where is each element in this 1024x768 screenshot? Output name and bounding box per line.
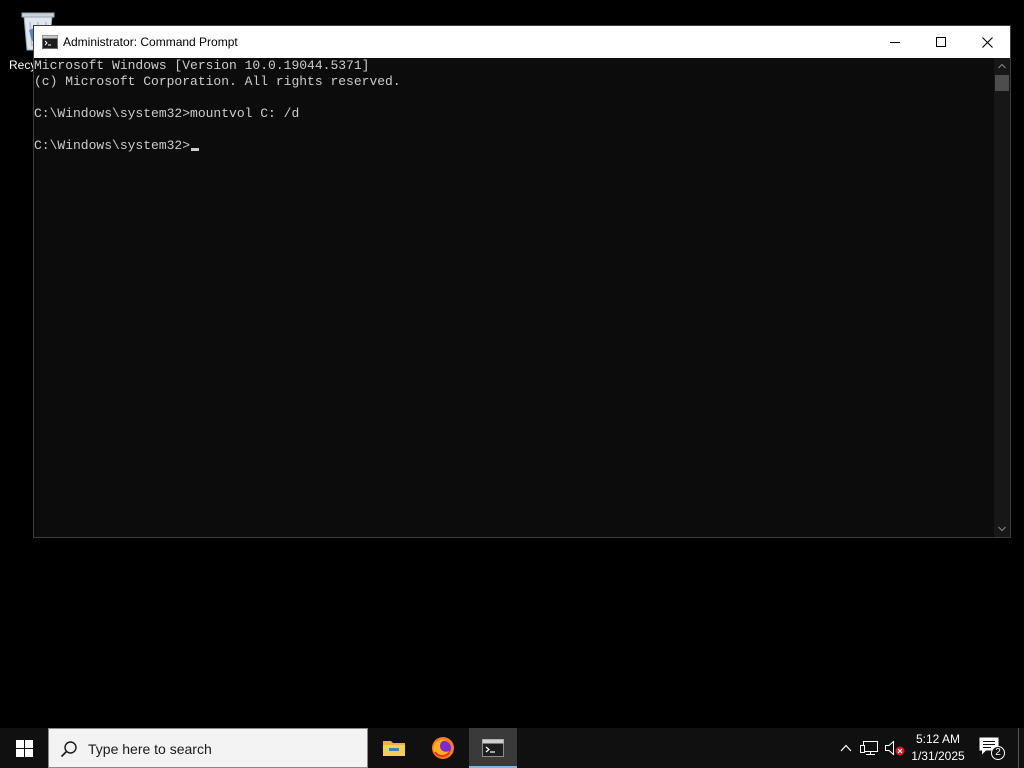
console-line: (c) Microsoft Corporation. All rights re… [34, 74, 401, 89]
action-center-button[interactable]: 2 [978, 736, 1006, 760]
firefox-icon [432, 737, 454, 759]
taskbar-firefox[interactable] [419, 728, 467, 768]
console-prompt: C:\Windows\system32> [34, 138, 191, 153]
vertical-scrollbar[interactable] [994, 58, 1010, 537]
window-titlebar[interactable]: Administrator: Command Prompt [34, 26, 1010, 58]
taskbar-file-explorer[interactable] [370, 728, 418, 768]
scroll-down-button[interactable] [994, 521, 1010, 537]
volume-muted-icon [885, 740, 905, 756]
window-title: Administrator: Command Prompt [63, 35, 238, 49]
minimize-icon [890, 42, 900, 43]
maximize-button[interactable] [918, 26, 964, 58]
text-cursor [191, 148, 200, 151]
close-icon [981, 36, 993, 48]
taskbar-clock[interactable]: 5:12 AM 1/31/2025 [908, 731, 968, 765]
command-prompt-icon [482, 739, 504, 757]
minimize-button[interactable] [872, 26, 918, 58]
command-prompt-window[interactable]: Administrator: Command Prompt Microsoft … [33, 25, 1011, 538]
clock-date: 1/31/2025 [911, 749, 965, 763]
scrollbar-thumb[interactable] [995, 75, 1009, 91]
close-button[interactable] [964, 26, 1010, 58]
console-output[interactable]: Microsoft Windows [Version 10.0.19044.53… [34, 58, 996, 537]
clock-time: 5:12 AM [915, 732, 961, 746]
maximize-icon [936, 37, 946, 47]
scroll-up-button[interactable] [994, 58, 1010, 74]
show-hidden-icons-button[interactable] [836, 740, 856, 756]
console-line: Microsoft Windows [Version 10.0.19044.53… [34, 58, 370, 73]
file-explorer-icon [383, 741, 405, 756]
chevron-up-icon [840, 744, 852, 752]
chevron-up-icon [998, 63, 1006, 69]
taskbar: Type here to search 5:12 AM 1/31/2025 2 [0, 728, 1024, 768]
search-icon [60, 741, 77, 758]
search-placeholder: Type here to search [88, 741, 212, 757]
taskbar-command-prompt[interactable] [469, 728, 517, 768]
notification-count-badge: 2 [991, 746, 1005, 760]
desktop: Recy Administrator: Command Prompt Micro… [0, 0, 1024, 728]
taskbar-search-box[interactable]: Type here to search [48, 728, 368, 768]
network-tray-button[interactable] [860, 739, 880, 757]
console-line: C:\Windows\system32>mountvol C: /d [34, 106, 300, 121]
command-prompt-title-icon [42, 34, 58, 50]
chevron-down-icon [998, 526, 1006, 532]
windows-logo-icon [15, 739, 33, 757]
start-button[interactable] [0, 728, 48, 768]
network-icon [860, 741, 878, 755]
volume-tray-button[interactable] [884, 739, 906, 757]
console-prompt-line[interactable]: C:\Windows\system32> [34, 138, 200, 154]
show-desktop-button[interactable] [1018, 728, 1024, 768]
